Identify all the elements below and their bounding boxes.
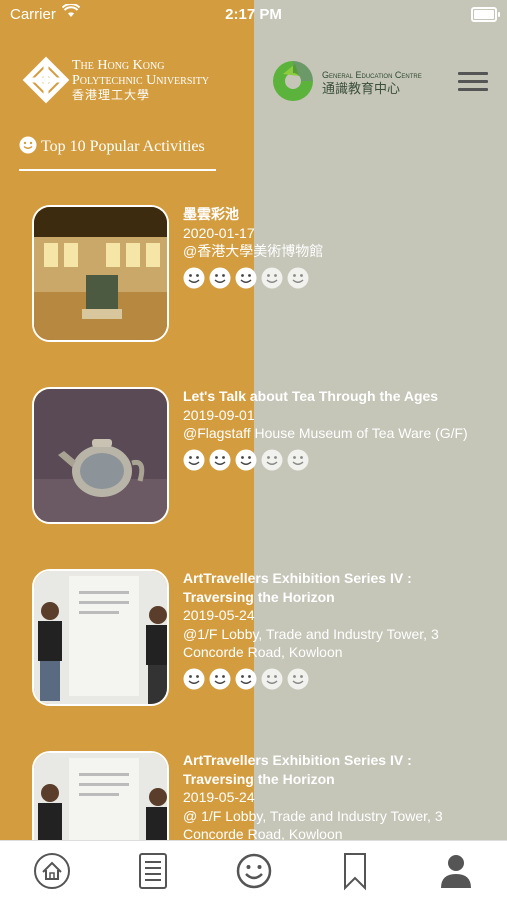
hamburger-icon[interactable] [458,72,488,94]
activity-rating [183,668,483,690]
rating-smiley-icon [287,449,309,470]
rating-smiley-icon [261,449,283,470]
rating-smiley-icon [183,267,205,288]
activity-info: ArtTravellers Exhibition Series IV : Tra… [183,751,483,840]
activity-title: ArtTravellers Exhibition Series IV : Tra… [183,752,412,787]
activity-title: Let's Talk about Tea Through the Ages [183,388,439,404]
activity-rating [183,267,483,289]
activity-venue: @香港大學美術博物館 [183,243,324,259]
rating-smiley-icon [209,267,231,288]
activity-date: 2019-05-24 [183,789,255,805]
profile-icon [441,855,471,888]
tab-bar [0,840,507,900]
rating-smiley-icon [209,668,231,689]
gec-name: General Education Centre 通識教育中心 [322,68,422,96]
activity-card[interactable]: Let's Talk about Tea Through the Ages 20… [0,387,507,532]
rating-smiley-icon [261,267,283,288]
activity-rating [183,449,483,471]
polyu-name-line2: Polytechnic University [72,73,210,88]
rating-smiley-icon [287,267,309,288]
activity-date: 2020-01-17 [183,224,255,241]
battery-icon [471,7,500,22]
smiley-icon [236,853,272,889]
activity-card[interactable]: ArtTravellers Exhibition Series IV : Tra… [0,751,507,840]
section-underline [19,169,216,171]
smiley-icon [19,136,37,159]
activity-thumbnail[interactable] [32,205,169,342]
gec-logo-icon [268,58,318,104]
polyu-name: The Hong Kong Polytechnic University 香港理… [72,58,209,103]
gec-name-english: General Education Centre [322,70,422,80]
activity-list[interactable]: 墨雲彩池 2020-01-17 @香港大學美術博物館 Let's Talk ab… [0,205,507,840]
rating-smiley-icon [287,668,309,689]
tab-profile[interactable] [436,851,476,891]
list-icon [139,853,167,889]
status-bar: Carrier 2:17 PM [0,0,507,30]
rating-smiley-icon [183,449,205,470]
rating-smiley-icon [235,267,257,288]
tab-list[interactable] [133,851,173,891]
activity-venue: @Flagstaff House Museum of Tea Ware (G/F… [183,425,468,441]
activity-info: 墨雲彩池 2020-01-17 @香港大學美術博物館 [183,205,483,289]
section-title: Top 10 Popular Activities [41,138,205,156]
gec-name-chinese: 通識教育中心 [322,81,401,96]
home-icon [34,853,70,889]
polyu-name-chinese: 香港理工大學 [72,88,151,102]
tab-home[interactable] [32,851,72,891]
polyu-name-line1: The Hong Kong [72,58,165,73]
activity-card[interactable]: 墨雲彩池 2020-01-17 @香港大學美術博物館 [0,205,507,350]
rating-smiley-icon [235,449,257,470]
activity-date: 2019-05-24 [183,607,255,623]
activity-thumbnail[interactable] [32,387,169,524]
activity-thumbnail[interactable] [32,569,169,706]
activity-venue: @ 1/F Lobby, Trade and Industry Tower, 3… [183,807,443,841]
activity-card[interactable]: ArtTravellers Exhibition Series IV : Tra… [0,569,507,714]
bookmark-icon [344,853,366,891]
rating-smiley-icon [235,668,257,689]
rating-smiley-icon [261,668,283,689]
rating-smiley-icon [209,449,231,470]
section-header: Top 10 Popular Activities [19,136,216,171]
tab-activities[interactable] [234,851,274,891]
activity-title: ArtTravellers Exhibition Series IV : Tra… [183,570,412,605]
app-header: The Hong Kong Polytechnic University 香港理… [0,50,507,110]
activity-date: 2019-09-01 [183,406,255,423]
polyu-logo-icon [22,56,70,104]
activity-info: Let's Talk about Tea Through the Ages 20… [183,387,483,471]
clock: 2:17 PM [225,6,282,23]
tab-bookmark[interactable] [335,851,375,891]
activity-info: ArtTravellers Exhibition Series IV : Tra… [183,569,483,690]
activity-venue: @1/F Lobby, Trade and Industry Tower, 3 … [183,625,439,661]
activity-thumbnail[interactable] [32,751,169,840]
rating-smiley-icon [183,668,205,689]
activity-title: 墨雲彩池 [183,206,239,222]
